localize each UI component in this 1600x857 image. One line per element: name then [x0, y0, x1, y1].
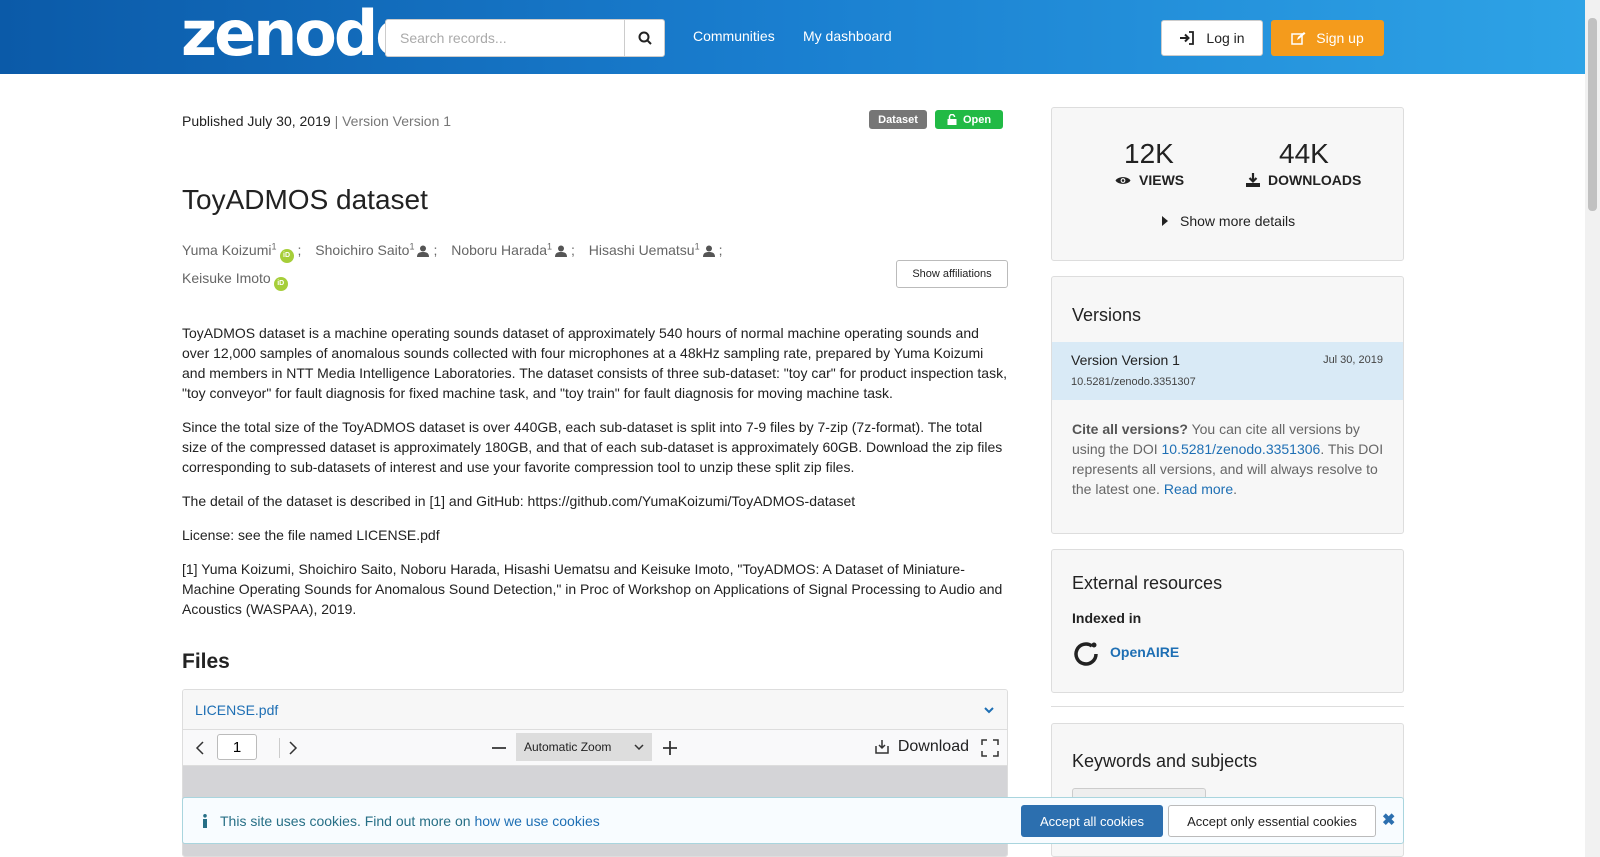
- record-version: | Version Version 1: [334, 113, 452, 129]
- access-badge: Open: [935, 110, 1003, 129]
- nav-my-dashboard[interactable]: My dashboard: [803, 28, 892, 44]
- author-item[interactable]: Keisuke Imoto iD: [182, 270, 288, 291]
- close-icon[interactable]: ✖: [1382, 810, 1395, 830]
- person-icon: [417, 245, 430, 257]
- scrollbar-thumb[interactable]: [1588, 18, 1597, 211]
- page-number-input[interactable]: [217, 734, 257, 760]
- pdf-download-button[interactable]: Download: [874, 738, 969, 756]
- file-accordion-header[interactable]: LICENSE.pdf: [183, 690, 1007, 730]
- keywords-heading: Keywords and subjects: [1072, 751, 1258, 771]
- versions-heading: Versions: [1072, 305, 1142, 325]
- search-icon: [638, 31, 652, 45]
- cookie-banner: This site uses cookies. Find out more on…: [182, 797, 1404, 844]
- external-resources-heading: External resources: [1072, 573, 1223, 593]
- toolbar-divider: [279, 738, 280, 758]
- record-description: ToyADMOS dataset is a machine operating …: [182, 323, 1008, 633]
- sidebar-divider: [1051, 706, 1404, 707]
- show-more-details-toggle[interactable]: Show more details: [1162, 213, 1295, 229]
- files-heading: Files: [182, 650, 230, 673]
- views-label: VIEWS: [1115, 172, 1184, 188]
- fullscreen-icon[interactable]: [981, 739, 999, 757]
- edit-icon: [1291, 32, 1306, 45]
- cookie-policy-link[interactable]: how we use cookies: [474, 813, 599, 829]
- pdf-toolbar: Automatic Zoom Download: [183, 730, 1007, 766]
- zoom-in-icon[interactable]: [662, 740, 678, 756]
- file-name-link[interactable]: LICENSE.pdf: [195, 702, 278, 718]
- version-row[interactable]: Version Version 1 Jul 30, 2019 10.5281/z…: [1052, 342, 1403, 400]
- next-page-icon[interactable]: [288, 741, 298, 755]
- sign-in-icon: [1180, 31, 1195, 45]
- downloads-label: DOWNLOADS: [1246, 172, 1361, 188]
- zenodo-logo[interactable]: zenodo: [181, 3, 418, 65]
- show-affiliations-button[interactable]: Show affiliations: [896, 260, 1008, 288]
- cookie-message: This site uses cookies. Find out more on…: [220, 813, 600, 829]
- author-item[interactable]: Yuma Koizumi1iD: [182, 241, 294, 263]
- orcid-icon[interactable]: iD: [273, 276, 288, 291]
- published-date: Published July 30, 2019: [182, 113, 331, 129]
- info-icon: [203, 814, 207, 828]
- zoom-select[interactable]: Automatic Zoom: [516, 733, 652, 761]
- indexed-in-label: Indexed in: [1072, 610, 1142, 626]
- openaire-icon: [1074, 642, 1098, 666]
- concept-doi-link[interactable]: 10.5281/zenodo.3351306: [1162, 441, 1321, 457]
- download-icon: [1246, 173, 1260, 187]
- signup-button[interactable]: Sign up: [1271, 20, 1384, 56]
- description-paragraph: [1] Yuma Koizumi, Shoichiro Saito, Nobor…: [182, 561, 1003, 617]
- zoom-out-icon[interactable]: [491, 740, 507, 756]
- caret-right-icon: [1162, 216, 1168, 226]
- description-paragraph: The detail of the dataset is described i…: [182, 493, 856, 509]
- page-scrollbar[interactable]: [1585, 0, 1600, 857]
- signup-label: Sign up: [1316, 30, 1364, 46]
- download-icon: [875, 740, 889, 754]
- description-paragraph: ToyADMOS dataset is a machine operating …: [182, 325, 1007, 401]
- external-resources-card: External resources Indexed in OpenAIRE: [1051, 549, 1404, 693]
- views-count: 12K: [1124, 138, 1174, 169]
- accept-all-cookies-button[interactable]: Accept all cookies: [1021, 805, 1163, 837]
- version-doi: 10.5281/zenodo.3351307: [1071, 376, 1196, 388]
- openaire-link[interactable]: OpenAIRE: [1110, 644, 1179, 660]
- description-paragraph: License: see the file named LICENSE.pdf: [182, 527, 440, 543]
- person-icon: [702, 245, 715, 257]
- author-item[interactable]: Shoichiro Saito1: [315, 241, 430, 258]
- login-button[interactable]: Log in: [1161, 20, 1263, 56]
- record-meta: Published July 30, 2019 | Version Versio…: [182, 113, 451, 129]
- version-name[interactable]: Version Version 1: [1071, 352, 1180, 368]
- orcid-icon[interactable]: iD: [279, 248, 294, 263]
- prev-page-icon[interactable]: [195, 741, 205, 755]
- resource-type-badge: Dataset: [869, 110, 927, 129]
- search-button[interactable]: [624, 19, 665, 57]
- version-date: Jul 30, 2019: [1323, 354, 1383, 366]
- cite-all-versions: Cite all versions? You can cite all vers…: [1072, 421, 1384, 497]
- chevron-down-icon: [634, 744, 644, 750]
- author-item[interactable]: Hisashi Uematsu1: [589, 241, 715, 258]
- description-paragraph: Since the total size of the ToyADMOS dat…: [182, 419, 1003, 475]
- accept-essential-cookies-button[interactable]: Accept only essential cookies: [1168, 805, 1376, 837]
- author-list: Yuma Koizumi1iD; Shoichiro Saito1; Nobor…: [182, 232, 782, 292]
- author-item[interactable]: Noboru Harada1: [451, 241, 567, 258]
- nav-communities[interactable]: Communities: [693, 28, 775, 44]
- chevron-down-icon[interactable]: [983, 706, 995, 714]
- read-more-link[interactable]: Read more: [1164, 481, 1233, 497]
- record-title: ToyADMOS dataset: [182, 184, 428, 215]
- downloads-count: 44K: [1279, 138, 1329, 169]
- person-icon: [555, 245, 567, 257]
- eye-icon: [1115, 176, 1131, 184]
- unlock-icon: [947, 114, 957, 125]
- login-label: Log in: [1206, 30, 1245, 46]
- top-navbar: zenodo Communities My dashboard Log in S…: [0, 0, 1585, 74]
- search-input[interactable]: [385, 19, 625, 57]
